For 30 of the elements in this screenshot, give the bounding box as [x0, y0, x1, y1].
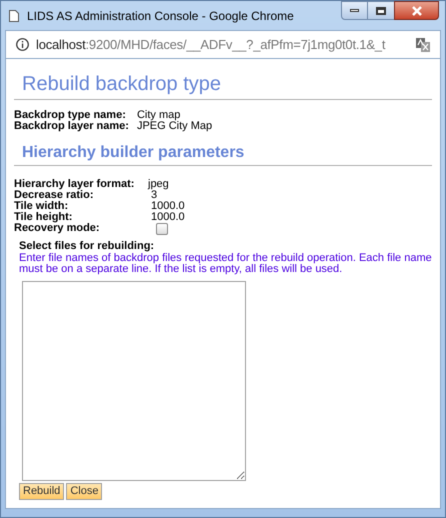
minimize-icon — [350, 9, 359, 12]
close-icon — [410, 6, 422, 16]
section-heading: Hierarchy builder parameters — [22, 144, 244, 161]
info-icon[interactable] — [16, 38, 29, 51]
action-button[interactable]: Close — [66, 483, 102, 500]
field-label: Tile height: — [14, 212, 72, 223]
field-label: Backdrop layer name: — [14, 121, 129, 132]
field-value: City map — [136, 110, 182, 121]
field-label: Decrease ratio: — [14, 190, 94, 201]
window-title: LIDS AS Administration Console - Google Chrome — [27, 8, 294, 24]
hint-text: Enter file names of backdrop files requested for the rebuild operation. Each file name must be on a separate line. If the list is empty, all files will be used. — [19, 253, 433, 275]
field-value: JPEG City Map — [136, 121, 212, 132]
page-heading: Rebuild backdrop type — [22, 73, 222, 95]
checkbox[interactable] — [156, 223, 168, 235]
field-value: 3 — [151, 190, 158, 201]
page-icon — [9, 10, 19, 22]
field-value: 1000.0 — [150, 201, 185, 212]
field-label: Backdrop type name: — [14, 110, 127, 121]
files-label: Select files for rebuilding: — [19, 241, 154, 252]
action-button[interactable]: Rebuild — [19, 483, 64, 500]
maximize-button[interactable] — [368, 1, 394, 20]
close-button[interactable] — [394, 1, 439, 20]
field-value: 1000.0 — [150, 212, 185, 223]
translate-icon[interactable] — [416, 38, 430, 52]
field-label: Recovery mode: — [14, 223, 100, 236]
minimize-button[interactable] — [341, 1, 368, 20]
field-label: Tile width: — [14, 201, 68, 212]
maximize-icon — [376, 6, 386, 14]
field-value: jpeg — [148, 179, 169, 190]
field-label: Hierarchy layer format: — [14, 179, 134, 190]
